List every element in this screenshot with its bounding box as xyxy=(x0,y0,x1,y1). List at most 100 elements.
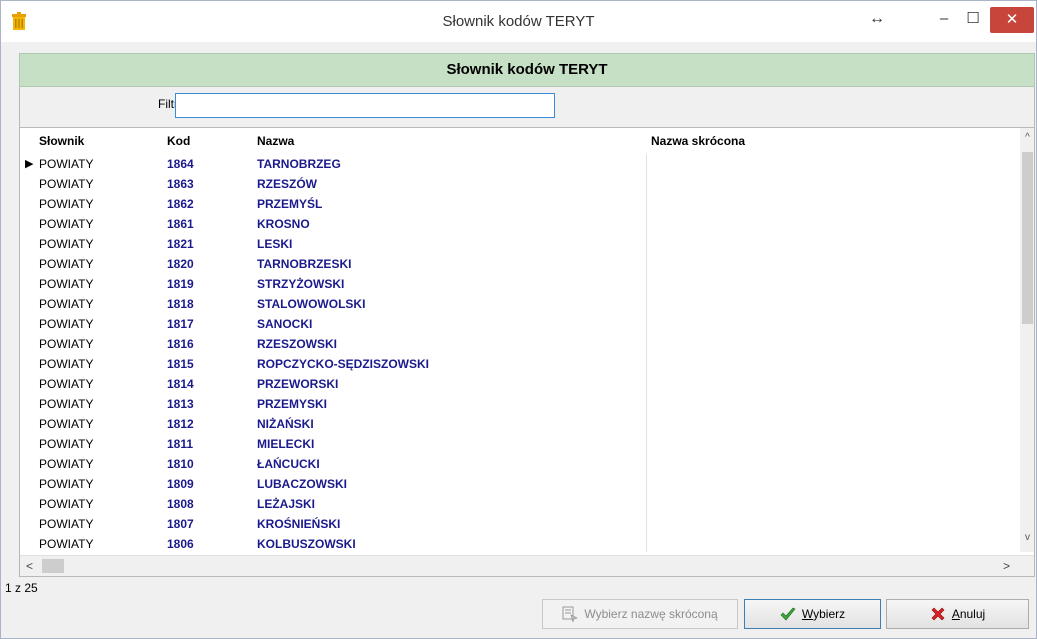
cell-kod: 1806 xyxy=(167,537,194,551)
cell-nazwa: MIELECKI xyxy=(257,437,315,451)
column-header-nazwa[interactable]: Nazwa xyxy=(257,134,294,148)
cell-kod: 1820 xyxy=(167,257,194,271)
cell-slownik: POWIATY xyxy=(39,477,94,491)
cell-kod: 1810 xyxy=(167,457,194,471)
vertical-scroll-thumb[interactable] xyxy=(1022,152,1033,324)
cell-slownik: POWIATY xyxy=(39,417,94,431)
scroll-right-icon[interactable]: > xyxy=(1003,559,1010,573)
cell-slownik: POWIATY xyxy=(39,377,94,391)
cell-nazwa: KOLBUSZOWSKI xyxy=(257,537,356,551)
cell-slownik: POWIATY xyxy=(39,337,94,351)
table-row[interactable]: POWIATY 1816 RZESZOWSKI xyxy=(20,334,1020,354)
scroll-up-icon[interactable]: ^ xyxy=(1020,132,1034,143)
cell-slownik: POWIATY xyxy=(39,537,94,551)
table-row[interactable]: POWIATY 1807 KROŚNIEŃSKI xyxy=(20,514,1020,534)
current-row-indicator-icon: ▶ xyxy=(25,158,34,170)
table-row[interactable]: ▶ POWIATY 1864 TARNOBRZEG xyxy=(20,154,1020,174)
column-header-nazwa-skrocona[interactable]: Nazwa skrócona xyxy=(651,134,745,148)
cell-slownik: POWIATY xyxy=(39,177,94,191)
dictionary-header: Słownik kodów TERYT xyxy=(19,53,1035,87)
table-row[interactable]: POWIATY 1818 STALOWOWOLSKI xyxy=(20,294,1020,314)
column-header-kod[interactable]: Kod xyxy=(167,134,190,148)
title-bar: Słownik kodów TERYT ↔ – ☐ ✕ xyxy=(1,1,1036,42)
cell-slownik: POWIATY xyxy=(39,237,94,251)
cell-kod: 1809 xyxy=(167,477,194,491)
cell-nazwa: PRZEWORSKI xyxy=(257,377,339,391)
cell-slownik: POWIATY xyxy=(39,217,94,231)
select-short-name-button[interactable]: Wybierz nazwę skróconą xyxy=(542,599,738,629)
cell-nazwa: RZESZÓW xyxy=(257,177,317,191)
cell-slownik: POWIATY xyxy=(39,257,94,271)
cell-kod: 1815 xyxy=(167,357,194,371)
cell-nazwa: ROPCZYCKO-SĘDZISZOWSKI xyxy=(257,357,430,371)
table-row[interactable]: POWIATY 1821 LESKI xyxy=(20,234,1020,254)
cell-kod: 1819 xyxy=(167,277,194,291)
table-row[interactable]: POWIATY 1813 PRZEMYSKI xyxy=(20,394,1020,414)
column-header-slownik[interactable]: Słownik xyxy=(39,134,84,148)
vertical-scrollbar[interactable]: ^ v xyxy=(1020,128,1034,552)
filter-input[interactable] xyxy=(175,93,555,118)
cell-kod: 1863 xyxy=(167,177,194,191)
scroll-left-icon[interactable]: < xyxy=(26,559,33,573)
record-counter: 1 z 25 xyxy=(5,581,38,595)
cancel-button-label: Anuluj xyxy=(951,607,986,621)
table-row[interactable]: POWIATY 1862 PRZEMYŚL xyxy=(20,194,1020,214)
table-row[interactable]: POWIATY 1806 KOLBUSZOWSKI xyxy=(20,534,1020,554)
cell-slownik: POWIATY xyxy=(39,457,94,471)
cell-slownik: POWIATY xyxy=(39,357,94,371)
cell-nazwa: TARNOBRZEG xyxy=(257,157,341,171)
table-row[interactable]: POWIATY 1815 ROPCZYCKO-SĘDZISZOWSKI xyxy=(20,354,1020,374)
table-row[interactable]: POWIATY 1810 ŁAŃCUCKI xyxy=(20,454,1020,474)
table-row[interactable]: POWIATY 1811 MIELECKI xyxy=(20,434,1020,454)
grid-header: Słownik Kod Nazwa Nazwa skrócona xyxy=(20,128,1020,154)
table-row[interactable]: POWIATY 1812 NIŻAŃSKI xyxy=(20,414,1020,434)
red-x-icon xyxy=(931,607,945,621)
teryt-grid: Słownik Kod Nazwa Nazwa skrócona ▶ POWIAT… xyxy=(19,127,1035,577)
cancel-button[interactable]: Anuluj xyxy=(886,599,1029,629)
maximize-button[interactable]: ☐ xyxy=(955,7,991,34)
table-row[interactable]: POWIATY 1808 LEŻAJSKI xyxy=(20,494,1020,514)
horizontal-scroll-thumb[interactable] xyxy=(42,559,64,573)
dialog-window: Słownik kodów TERYT ↔ – ☐ ✕ Słownik kodó… xyxy=(0,0,1037,639)
resize-icon[interactable]: ↔ xyxy=(859,7,895,34)
cell-kod: 1812 xyxy=(167,417,194,431)
cell-slownik: POWIATY xyxy=(39,497,94,511)
cell-nazwa: ŁAŃCUCKI xyxy=(257,457,320,471)
cell-nazwa: PRZEMYŚL xyxy=(257,197,323,211)
cell-kod: 1807 xyxy=(167,517,194,531)
cell-kod: 1817 xyxy=(167,317,194,331)
cell-kod: 1862 xyxy=(167,197,194,211)
table-row[interactable]: POWIATY 1817 SANOCKI xyxy=(20,314,1020,334)
cell-kod: 1821 xyxy=(167,237,194,251)
cell-nazwa: KROSNO xyxy=(257,217,310,231)
close-button[interactable]: ✕ xyxy=(990,7,1034,33)
table-row[interactable]: POWIATY 1861 KROSNO xyxy=(20,214,1020,234)
table-row[interactable]: POWIATY 1809 LUBACZOWSKI xyxy=(20,474,1020,494)
table-row[interactable]: POWIATY 1820 TARNOBRZESKI xyxy=(20,254,1020,274)
cell-slownik: POWIATY xyxy=(39,317,94,331)
table-row[interactable]: POWIATY 1863 RZESZÓW xyxy=(20,174,1020,194)
horizontal-scrollbar[interactable]: < > xyxy=(20,555,1034,576)
table-row[interactable]: POWIATY 1819 STRZYŻOWSKI xyxy=(20,274,1020,294)
cell-kod: 1813 xyxy=(167,397,194,411)
cell-slownik: POWIATY xyxy=(39,277,94,291)
cell-nazwa: SANOCKI xyxy=(257,317,313,331)
table-row[interactable]: POWIATY 1814 PRZEWORSKI xyxy=(20,374,1020,394)
filter-panel: Filtr: xyxy=(19,87,1035,127)
select-short-name-label: Wybierz nazwę skróconą xyxy=(584,607,718,621)
cell-nazwa: LUBACZOWSKI xyxy=(257,477,347,491)
cell-slownik: POWIATY xyxy=(39,197,94,211)
cell-nazwa: KROŚNIEŃSKI xyxy=(257,517,341,531)
cell-kod: 1861 xyxy=(167,217,194,231)
cell-nazwa: TARNOBRZESKI xyxy=(257,257,352,271)
cell-slownik: POWIATY xyxy=(39,437,94,451)
pick-short-icon xyxy=(562,606,579,622)
scroll-down-icon[interactable]: v xyxy=(1020,532,1034,543)
cell-kod: 1816 xyxy=(167,337,194,351)
cell-nazwa: STRZYŻOWSKI xyxy=(257,277,345,291)
select-button[interactable]: Wybierz xyxy=(744,599,881,629)
cell-slownik: POWIATY xyxy=(39,397,94,411)
cell-nazwa: NIŻAŃSKI xyxy=(257,417,314,431)
cell-kod: 1864 xyxy=(167,157,194,171)
cell-nazwa: STALOWOWOLSKI xyxy=(257,297,366,311)
